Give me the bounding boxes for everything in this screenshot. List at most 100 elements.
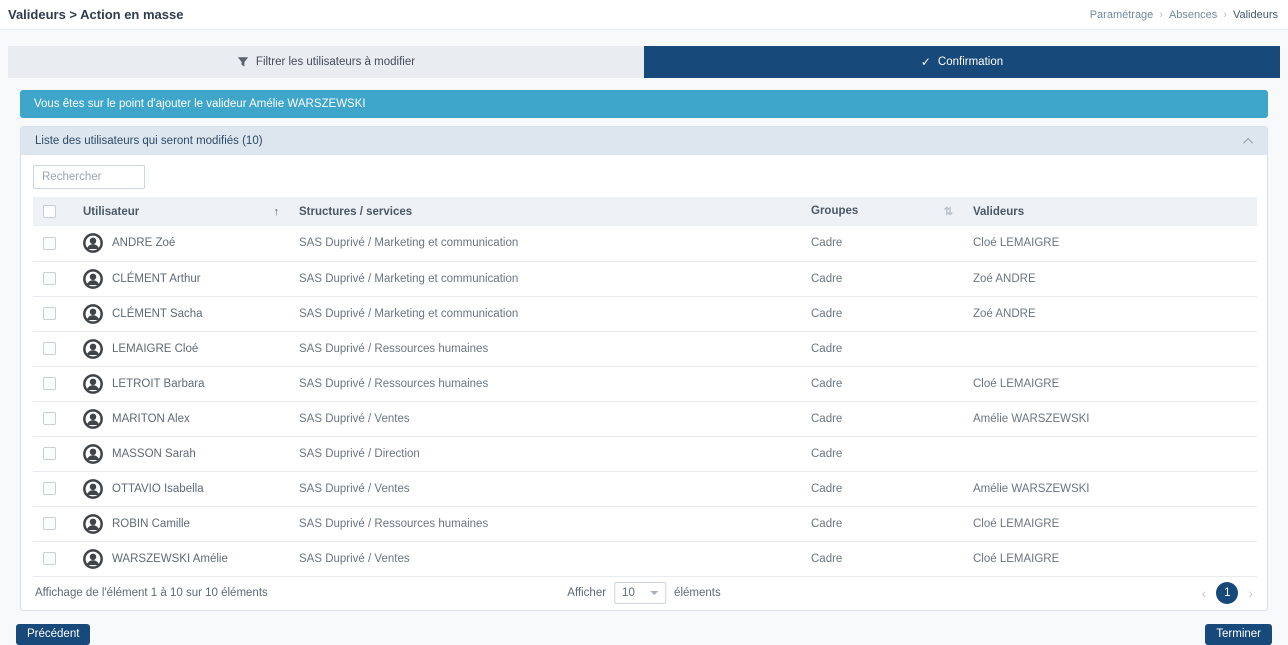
table-row: CLÉMENT Sacha SAS Duprivé / Marketing et…: [33, 296, 1257, 331]
length-label-after: éléments: [674, 587, 721, 599]
breadcrumb-absences[interactable]: Absences: [1169, 9, 1217, 21]
table-row: MASSON Sarah SAS Duprivé / Direction Cad…: [33, 436, 1257, 471]
previous-button[interactable]: Précédent: [16, 624, 90, 645]
pagination-info: Affichage de l'élément 1 à 10 sur 10 élé…: [35, 587, 268, 599]
column-header-groupes[interactable]: Groupes⇅: [801, 197, 963, 226]
groupe-cell: Cadre: [801, 541, 963, 576]
valideur-cell: Cloé LEMAIGRE: [963, 506, 1257, 541]
groupe-cell: Cadre: [801, 436, 963, 471]
length-label-before: Afficher: [567, 587, 606, 599]
column-header-valideurs[interactable]: Valideurs: [963, 197, 1257, 226]
valideur-cell: Amélie WARSZEWSKI: [963, 401, 1257, 436]
user-avatar-icon: [83, 233, 103, 253]
tab-filter-label: Filtrer les utilisateurs à modifier: [256, 56, 415, 68]
top-header-bar: Valideurs > Action en masse Paramétrage …: [0, 0, 1288, 30]
column-header-structures[interactable]: Structures / services: [289, 197, 801, 226]
groupe-cell: Cadre: [801, 226, 963, 261]
users-list-panel: Liste des utilisateurs qui seront modifi…: [20, 126, 1268, 611]
panel-header[interactable]: Liste des utilisateurs qui seront modifi…: [21, 127, 1267, 155]
tab-confirmation-label: Confirmation: [938, 56, 1003, 68]
panel-title: Liste des utilisateurs qui seront modifi…: [35, 135, 263, 147]
structure-cell: SAS Duprivé / Ventes: [289, 401, 801, 436]
user-avatar-icon: [83, 514, 103, 534]
caret-down-icon: [650, 591, 658, 595]
alert-text: Vous êtes sur le point d'ajouter le vali…: [34, 98, 366, 110]
structure-cell: SAS Duprivé / Ressources humaines: [289, 331, 801, 366]
tab-confirmation[interactable]: ✓ Confirmation: [644, 46, 1280, 78]
table-row: OTTAVIO Isabella SAS Duprivé / Ventes Ca…: [33, 471, 1257, 506]
table-row: MARITON Alex SAS Duprivé / Ventes Cadre …: [33, 401, 1257, 436]
row-checkbox[interactable]: [43, 377, 56, 390]
users-table: Utilisateur↑ Structures / services Group…: [33, 197, 1257, 577]
column-header-utilisateur[interactable]: Utilisateur↑: [73, 197, 289, 226]
breadcrumb-separator-icon: ›: [1223, 9, 1227, 21]
user-avatar-icon: [83, 444, 103, 464]
structure-cell: SAS Duprivé / Marketing et communication: [289, 226, 801, 261]
sort-asc-icon[interactable]: ↑: [274, 206, 280, 218]
user-avatar-icon: [83, 304, 103, 324]
prev-page-icon[interactable]: ‹: [1202, 586, 1207, 600]
row-checkbox[interactable]: [43, 552, 56, 565]
row-checkbox[interactable]: [43, 307, 56, 320]
wizard-steps: Filtrer les utilisateurs à modifier ✓ Co…: [8, 46, 1280, 78]
page-title: Valideurs > Action en masse: [8, 7, 183, 22]
row-checkbox[interactable]: [43, 342, 56, 355]
select-all-checkbox[interactable]: [43, 205, 56, 218]
valideur-cell: Zoé ANDRE: [963, 296, 1257, 331]
table-row: LETROIT Barbara SAS Duprivé / Ressources…: [33, 366, 1257, 401]
row-checkbox[interactable]: [43, 517, 56, 530]
sort-both-icon[interactable]: ⇅: [944, 205, 953, 218]
valideur-cell: [963, 331, 1257, 366]
structure-cell: SAS Duprivé / Marketing et communication: [289, 296, 801, 331]
search-input[interactable]: [33, 165, 145, 189]
user-avatar-icon: [83, 339, 103, 359]
user-avatar-icon: [83, 549, 103, 569]
user-name: CLÉMENT Sacha: [112, 308, 203, 320]
tab-filter-users[interactable]: Filtrer les utilisateurs à modifier: [8, 46, 644, 78]
page-length-control: Afficher 10 éléments: [567, 582, 720, 604]
next-page-icon[interactable]: ›: [1248, 586, 1253, 600]
row-checkbox[interactable]: [43, 412, 56, 425]
groupe-cell: Cadre: [801, 471, 963, 506]
wizard-actions: Précédent Terminer: [8, 611, 1280, 645]
structure-cell: SAS Duprivé / Ressources humaines: [289, 366, 801, 401]
check-icon: ✓: [921, 55, 931, 69]
row-checkbox[interactable]: [43, 272, 56, 285]
breadcrumb-valideurs[interactable]: Valideurs: [1233, 9, 1278, 21]
valideur-cell: Cloé LEMAIGRE: [963, 226, 1257, 261]
user-name: CLÉMENT Arthur: [112, 273, 201, 285]
structure-cell: SAS Duprivé / Ventes: [289, 541, 801, 576]
groupe-cell: Cadre: [801, 261, 963, 296]
breadcrumb-parametrage[interactable]: Paramétrage: [1090, 9, 1154, 21]
row-checkbox[interactable]: [43, 447, 56, 460]
groupe-cell: Cadre: [801, 331, 963, 366]
page-number-button[interactable]: 1: [1216, 582, 1238, 604]
valideur-cell: Cloé LEMAIGRE: [963, 541, 1257, 576]
pagination: ‹ 1 ›: [1202, 582, 1253, 604]
user-avatar-icon: [83, 409, 103, 429]
user-name: LEMAIGRE Cloé: [112, 343, 198, 355]
groupe-cell: Cadre: [801, 401, 963, 436]
table-row: ROBIN Camille SAS Duprivé / Ressources h…: [33, 506, 1257, 541]
finish-button[interactable]: Terminer: [1205, 624, 1272, 645]
user-name: ANDRE Zoé: [112, 237, 175, 249]
row-checkbox[interactable]: [43, 482, 56, 495]
table-header-row: Utilisateur↑ Structures / services Group…: [33, 197, 1257, 226]
breadcrumb-separator-icon: ›: [1159, 9, 1163, 21]
groupe-cell: Cadre: [801, 296, 963, 331]
table-row: WARSZEWSKI Amélie SAS Duprivé / Ventes C…: [33, 541, 1257, 576]
user-avatar-icon: [83, 374, 103, 394]
row-checkbox[interactable]: [43, 237, 56, 250]
breadcrumb: Paramétrage › Absences › Valideurs: [1090, 9, 1278, 21]
valideur-cell: Zoé ANDRE: [963, 261, 1257, 296]
user-avatar-icon: [83, 479, 103, 499]
chevron-up-icon: [1243, 137, 1253, 147]
user-name: MASSON Sarah: [112, 448, 196, 460]
page-length-select[interactable]: 10: [614, 582, 666, 604]
user-avatar-icon: [83, 269, 103, 289]
panel-body: Utilisateur↑ Structures / services Group…: [21, 155, 1267, 577]
valideur-cell: Amélie WARSZEWSKI: [963, 471, 1257, 506]
filter-icon: [237, 56, 249, 68]
user-name: LETROIT Barbara: [112, 378, 204, 390]
user-name: ROBIN Camille: [112, 518, 190, 530]
